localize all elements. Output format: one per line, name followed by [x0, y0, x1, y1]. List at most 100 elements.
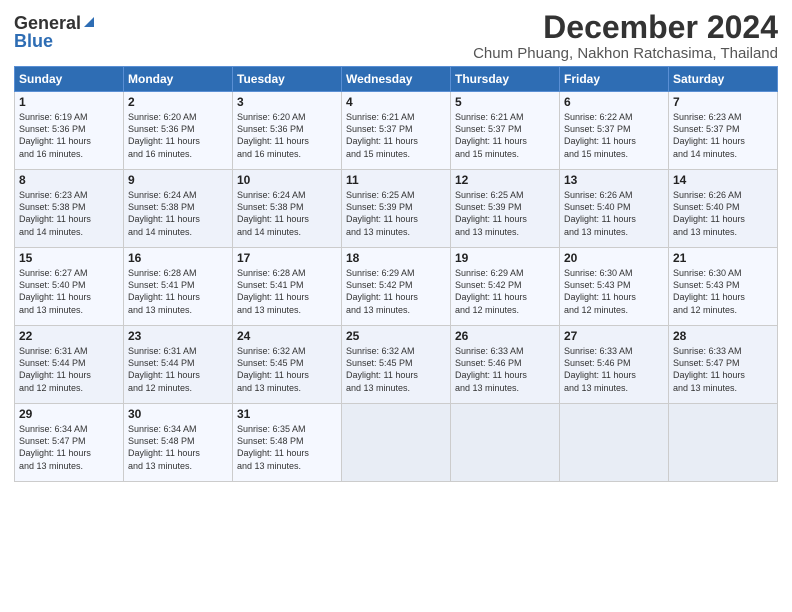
table-row: 12 Sunrise: 6:25 AMSunset: 5:39 PMDayligh… — [451, 170, 560, 248]
col-saturday: Saturday — [669, 67, 778, 92]
cell-text: Sunrise: 6:28 AMSunset: 5:41 PMDaylight:… — [237, 267, 337, 316]
cell-text: Sunrise: 6:26 AMSunset: 5:40 PMDaylight:… — [673, 189, 773, 238]
day-number: 22 — [19, 329, 119, 343]
table-row: 1Sunrise: 6:19 AMSunset: 5:36 PMDaylight… — [15, 92, 124, 170]
table-row: 18 Sunrise: 6:29 AMSunset: 5:42 PMDayligh… — [342, 248, 451, 326]
table-row: 11 Sunrise: 6:25 AMSunset: 5:39 PMDayligh… — [342, 170, 451, 248]
cell-text: Sunrise: 6:34 AMSunset: 5:48 PMDaylight:… — [128, 423, 228, 472]
day-number: 19 — [455, 251, 555, 265]
cell-text: Sunrise: 6:23 AMSunset: 5:38 PMDaylight:… — [19, 189, 119, 238]
col-sunday: Sunday — [15, 67, 124, 92]
cell-text: Sunrise: 6:20 AMSunset: 5:36 PMDaylight:… — [237, 111, 337, 160]
table-row: 23Sunrise: 6:31 AMSunset: 5:44 PMDayligh… — [124, 326, 233, 404]
cell-text: Sunrise: 6:31 AMSunset: 5:44 PMDaylight:… — [128, 345, 228, 394]
location-title: Chum Phuang, Nakhon Ratchasima, Thailand — [473, 45, 778, 62]
cell-text: Sunrise: 6:23 AMSunset: 5:37 PMDaylight:… — [673, 111, 773, 160]
title-area: December 2024 Chum Phuang, Nakhon Ratcha… — [473, 10, 778, 62]
cell-text: Sunrise: 6:29 AMSunset: 5:42 PMDaylight:… — [455, 267, 555, 316]
calendar-row: 8 Sunrise: 6:23 AMSunset: 5:38 PMDaylight… — [15, 170, 778, 248]
cell-text: Sunrise: 6:24 AMSunset: 5:38 PMDaylight:… — [237, 189, 337, 238]
calendar-row: 29 Sunrise: 6:34 AMSunset: 5:47 PMDayligh… — [15, 404, 778, 482]
table-row: 13 Sunrise: 6:26 AMSunset: 5:40 PMDayligh… — [560, 170, 669, 248]
day-number: 31 — [237, 407, 337, 421]
cell-text: Sunrise: 6:25 AMSunset: 5:39 PMDaylight:… — [455, 189, 555, 238]
day-number: 4 — [346, 95, 446, 109]
month-title: December 2024 — [473, 10, 778, 45]
logo-triangle-icon — [82, 15, 96, 29]
logo: General Blue — [14, 14, 96, 50]
day-number: 12 — [455, 173, 555, 187]
calendar-row: 15Sunrise: 6:27 AMSunset: 5:40 PMDayligh… — [15, 248, 778, 326]
table-row — [342, 404, 451, 482]
cell-text: Sunrise: 6:33 AMSunset: 5:46 PMDaylight:… — [564, 345, 664, 394]
table-row: 22 Sunrise: 6:31 AMSunset: 5:44 PMDayligh… — [15, 326, 124, 404]
cell-text: Sunrise: 6:33 AMSunset: 5:47 PMDaylight:… — [673, 345, 773, 394]
day-number: 28 — [673, 329, 773, 343]
table-row: 16Sunrise: 6:28 AMSunset: 5:41 PMDayligh… — [124, 248, 233, 326]
cell-text: Sunrise: 6:26 AMSunset: 5:40 PMDaylight:… — [564, 189, 664, 238]
table-row: 29 Sunrise: 6:34 AMSunset: 5:47 PMDayligh… — [15, 404, 124, 482]
day-number: 2 — [128, 95, 228, 109]
day-number: 30 — [128, 407, 228, 421]
col-friday: Friday — [560, 67, 669, 92]
day-number: 17 — [237, 251, 337, 265]
table-row: 25Sunrise: 6:32 AMSunset: 5:45 PMDayligh… — [342, 326, 451, 404]
table-row: 17 Sunrise: 6:28 AMSunset: 5:41 PMDayligh… — [233, 248, 342, 326]
day-number: 25 — [346, 329, 446, 343]
calendar-row: 22 Sunrise: 6:31 AMSunset: 5:44 PMDayligh… — [15, 326, 778, 404]
cell-text: Sunrise: 6:30 AMSunset: 5:43 PMDaylight:… — [673, 267, 773, 316]
table-row: 24Sunrise: 6:32 AMSunset: 5:45 PMDayligh… — [233, 326, 342, 404]
table-row: 5 Sunrise: 6:21 AMSunset: 5:37 PMDaylight… — [451, 92, 560, 170]
cell-text: Sunrise: 6:20 AMSunset: 5:36 PMDaylight:… — [128, 111, 228, 160]
logo-general-text: General — [14, 14, 81, 32]
day-number: 7 — [673, 95, 773, 109]
cell-text: Sunrise: 6:25 AMSunset: 5:39 PMDaylight:… — [346, 189, 446, 238]
day-number: 26 — [455, 329, 555, 343]
cell-text: Sunrise: 6:31 AMSunset: 5:44 PMDaylight:… — [19, 345, 119, 394]
day-number: 11 — [346, 173, 446, 187]
day-number: 29 — [19, 407, 119, 421]
col-tuesday: Tuesday — [233, 67, 342, 92]
table-row — [560, 404, 669, 482]
day-number: 5 — [455, 95, 555, 109]
day-number: 24 — [237, 329, 337, 343]
day-number: 10 — [237, 173, 337, 187]
day-number: 3 — [237, 95, 337, 109]
table-row: 28 Sunrise: 6:33 AMSunset: 5:47 PMDayligh… — [669, 326, 778, 404]
header-row: Sunday Monday Tuesday Wednesday Thursday… — [15, 67, 778, 92]
header: General Blue December 2024 Chum Phuang, … — [14, 10, 778, 62]
cell-text: Sunrise: 6:35 AMSunset: 5:48 PMDaylight:… — [237, 423, 337, 472]
day-number: 13 — [564, 173, 664, 187]
day-number: 20 — [564, 251, 664, 265]
table-row — [451, 404, 560, 482]
table-row: 2 Sunrise: 6:20 AMSunset: 5:36 PMDaylight… — [124, 92, 233, 170]
cell-text: Sunrise: 6:28 AMSunset: 5:41 PMDaylight:… — [128, 267, 228, 316]
table-row: 19 Sunrise: 6:29 AMSunset: 5:42 PMDayligh… — [451, 248, 560, 326]
cell-text: Sunrise: 6:34 AMSunset: 5:47 PMDaylight:… — [19, 423, 119, 472]
calendar-row: 1Sunrise: 6:19 AMSunset: 5:36 PMDaylight… — [15, 92, 778, 170]
col-monday: Monday — [124, 67, 233, 92]
cell-text: Sunrise: 6:29 AMSunset: 5:42 PMDaylight:… — [346, 267, 446, 316]
cell-text: Sunrise: 6:21 AMSunset: 5:37 PMDaylight:… — [455, 111, 555, 160]
cell-text: Sunrise: 6:24 AMSunset: 5:38 PMDaylight:… — [128, 189, 228, 238]
cell-text: Sunrise: 6:22 AMSunset: 5:37 PMDaylight:… — [564, 111, 664, 160]
col-thursday: Thursday — [451, 67, 560, 92]
table-row: 26 Sunrise: 6:33 AMSunset: 5:46 PMDayligh… — [451, 326, 560, 404]
cell-text: Sunrise: 6:21 AMSunset: 5:37 PMDaylight:… — [346, 111, 446, 160]
cell-text: Sunrise: 6:33 AMSunset: 5:46 PMDaylight:… — [455, 345, 555, 394]
day-number: 6 — [564, 95, 664, 109]
table-row: 30 Sunrise: 6:34 AMSunset: 5:48 PMDayligh… — [124, 404, 233, 482]
table-row: 4 Sunrise: 6:21 AMSunset: 5:37 PMDaylight… — [342, 92, 451, 170]
day-number: 14 — [673, 173, 773, 187]
table-row: 20Sunrise: 6:30 AMSunset: 5:43 PMDayligh… — [560, 248, 669, 326]
day-number: 9 — [128, 173, 228, 187]
day-number: 21 — [673, 251, 773, 265]
day-number: 18 — [346, 251, 446, 265]
table-row — [669, 404, 778, 482]
table-row: 7 Sunrise: 6:23 AMSunset: 5:37 PMDaylight… — [669, 92, 778, 170]
table-row: 10 Sunrise: 6:24 AMSunset: 5:38 PMDayligh… — [233, 170, 342, 248]
day-number: 15 — [19, 251, 119, 265]
day-number: 8 — [19, 173, 119, 187]
day-number: 27 — [564, 329, 664, 343]
table-row: 14 Sunrise: 6:26 AMSunset: 5:40 PMDayligh… — [669, 170, 778, 248]
